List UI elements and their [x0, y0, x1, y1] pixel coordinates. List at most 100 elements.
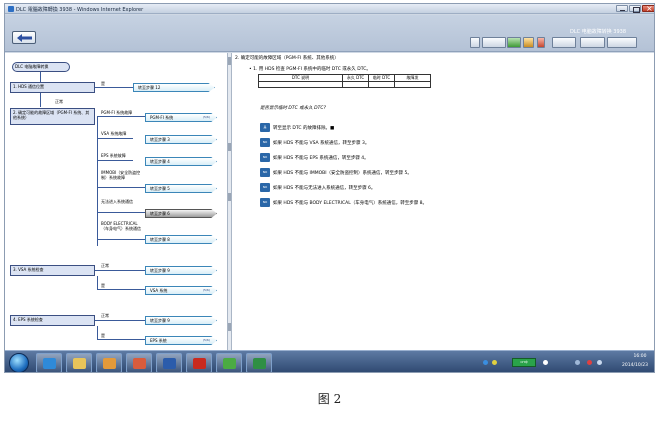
clock-date[interactable]: 2014/10/23 — [615, 363, 654, 368]
flow-start[interactable]: DLC 电脑故障转换 — [12, 62, 70, 72]
word-taskbar-button[interactable] — [156, 353, 182, 372]
pen-icon[interactable] — [482, 37, 506, 48]
goto-step-9-arrow[interactable]: 转至步骤 9 — [145, 266, 217, 275]
table-header-fault: 故障发 — [394, 74, 431, 82]
print-icon[interactable] — [607, 37, 637, 48]
content-area: DLC 电脑故障转换 1. HDS 通信位置 是 转至步骤 12 正常 2. 确… — [5, 53, 654, 372]
option-text: 转至显示 DTC 的故障排除。■ — [273, 126, 335, 131]
branch-body-electrical-label: BODY ELECTRICAL（车身电气）系统通信 — [101, 221, 141, 231]
eps-system-arrow[interactable]: EPS 系统 (5/6) — [145, 336, 217, 345]
back-button[interactable] — [12, 31, 36, 44]
branch-no-entry-label: 无法进入系统通信 — [101, 199, 133, 204]
goto-step-12-label: 转至步骤 12 — [138, 85, 161, 90]
volume-icon[interactable] — [597, 360, 602, 365]
flag-icon[interactable] — [537, 37, 545, 48]
connector-line — [95, 270, 145, 271]
option-text: 如果 HDS 不能与 IMMOBI（安全防盗控制）系统通信，转至步骤 5。 — [273, 171, 412, 176]
previous-page-icon[interactable] — [552, 37, 576, 48]
splitter-grip — [228, 323, 231, 331]
connector-line — [40, 72, 41, 82]
table-cell — [342, 81, 369, 88]
network-icon[interactable] — [483, 360, 488, 365]
option-text: 如果 HDS 不能与 VSA 系统通信，转至步骤 3。 — [273, 141, 370, 146]
sync-icon[interactable] — [507, 37, 521, 48]
start-button[interactable] — [9, 353, 29, 372]
pgmfi-system-arrow[interactable]: PGM-FI 系统 (5/6) — [145, 113, 217, 122]
goto-step-9-arrow-2[interactable]: 转至步骤 9 — [145, 316, 217, 325]
next-page-icon[interactable] — [580, 37, 605, 48]
splitter-grip — [228, 193, 231, 201]
ie-icon — [8, 6, 14, 12]
goto-step-5-label: 转至步骤 5 — [150, 186, 170, 191]
app-taskbar-button[interactable] — [96, 353, 122, 372]
screenshot-window: DLC 電腦故障轉換 3938 - Windows Internet Explo… — [4, 3, 655, 373]
branch-trunk-line — [97, 116, 98, 246]
clock-time[interactable]: 16:00 — [625, 354, 654, 359]
goto-step-4-arrow[interactable]: 转至步骤 4 — [145, 157, 217, 166]
instruction-panel: 2. 确定可能的故障区域（PGM-FI 系统、其他系统） • 1. 用 HDS … — [233, 53, 654, 350]
tray-alert-icon[interactable] — [587, 360, 592, 365]
paint-taskbar-button[interactable] — [126, 353, 152, 372]
option-text: 如果 HDS 不能与无法进入系统通信，转至步骤 6。 — [273, 186, 376, 191]
word-icon — [163, 358, 176, 369]
close-button[interactable] — [642, 4, 654, 13]
dtc-table: DTC 说明 永久 DTC 临时 DTC 故障发 — [258, 74, 431, 88]
table-cell — [394, 81, 431, 88]
tray-dot-icon[interactable] — [543, 360, 548, 365]
explorer-taskbar-button[interactable] — [66, 353, 92, 372]
person-icon[interactable] — [523, 37, 534, 48]
goto-step-6-arrow[interactable]: 转至步骤 6 — [145, 209, 217, 218]
option-text: 如果 HDS 不能与 BODY ELECTRICAL（车身电气）系统通信，转至步… — [273, 201, 428, 206]
excel-taskbar-button[interactable] — [246, 353, 272, 372]
goto-step-8-arrow[interactable]: 转至步骤 8 — [145, 235, 217, 244]
branch-immobi-label: IMMOBI（安全防盗控制）系统故障 — [101, 170, 141, 180]
maximize-button[interactable] — [629, 5, 641, 13]
connector-line — [97, 276, 98, 289]
ie-taskbar-button[interactable] — [36, 353, 62, 372]
branch-normal-label: 正常 — [55, 99, 63, 104]
goto-step-5-arrow[interactable]: 转至步骤 5 — [145, 184, 217, 193]
flow-step-3-label: 3. VSA 系统检查 — [13, 267, 44, 272]
minimize-button[interactable] — [616, 5, 628, 12]
branch-yes-label: 是 — [101, 81, 105, 86]
vsa-system-arrow[interactable]: VSA 系统 (5/6) — [145, 286, 217, 295]
paint-icon — [133, 358, 146, 369]
goto-step-9-label: 转至步骤 9 — [150, 268, 170, 273]
no-icon: NO — [260, 183, 270, 192]
connector-line — [97, 160, 133, 161]
step3-normal-label: 正常 — [101, 263, 109, 268]
flow-step-1[interactable]: 1. HDS 通信位置 — [10, 82, 95, 93]
excel-icon — [253, 358, 266, 369]
tool-taskbar-button[interactable] — [216, 353, 242, 372]
no-icon: NO — [260, 153, 270, 162]
pdf-taskbar-button[interactable] — [186, 353, 212, 372]
home-icon[interactable] — [470, 37, 480, 48]
vsa-page-tag: (5/6) — [202, 288, 210, 292]
flow-step-2[interactable]: 2. 确定可能的故障区域（PGM-FI 系统、其他系统） — [10, 108, 95, 125]
tool-icon — [223, 358, 236, 369]
flow-step-4[interactable]: 4. EPS 系统检查 — [10, 315, 95, 326]
connector-line — [97, 239, 145, 240]
flow-start-label: DLC 电脑故障转换 — [15, 64, 49, 69]
option-text: 如果 HDS 不能与 EPS 系统通信，转至步骤 4。 — [273, 156, 369, 161]
no-icon: NO — [260, 168, 270, 177]
splitter-grip — [228, 143, 231, 151]
question-text: 是否显示临时 DTC 或永久 DTC? — [260, 106, 326, 111]
tray-flag-icon[interactable] — [575, 360, 580, 365]
panel-splitter[interactable] — [227, 53, 232, 350]
branch-vsa-label: VSA 系统故障 — [101, 131, 127, 136]
figure-caption: 图 2 — [317, 392, 342, 406]
connector-line — [40, 93, 41, 107]
input-method-indicator[interactable]: CH中 — [512, 358, 536, 367]
flow-step-3[interactable]: 3. VSA 系统检查 — [10, 265, 95, 276]
pgmfi-page-tag: (5/6) — [202, 115, 210, 119]
goto-step-12-arrow[interactable]: 转至步骤 12 — [133, 83, 215, 92]
app-title: DLC 电脑故障转换 3938 — [570, 29, 627, 35]
app-toolbar: DLC 电脑故障转换 3938 — [5, 15, 654, 52]
security-icon[interactable] — [492, 360, 497, 365]
step3-yes-label: 是 — [101, 283, 105, 288]
taskbar: CH中 16:00 2014/10/23 — [5, 350, 654, 372]
goto-step-3-arrow[interactable]: 转至步骤 3 — [145, 135, 217, 144]
goto-step-9-label-2: 转至步骤 9 — [150, 318, 170, 323]
connector-line — [97, 116, 145, 117]
